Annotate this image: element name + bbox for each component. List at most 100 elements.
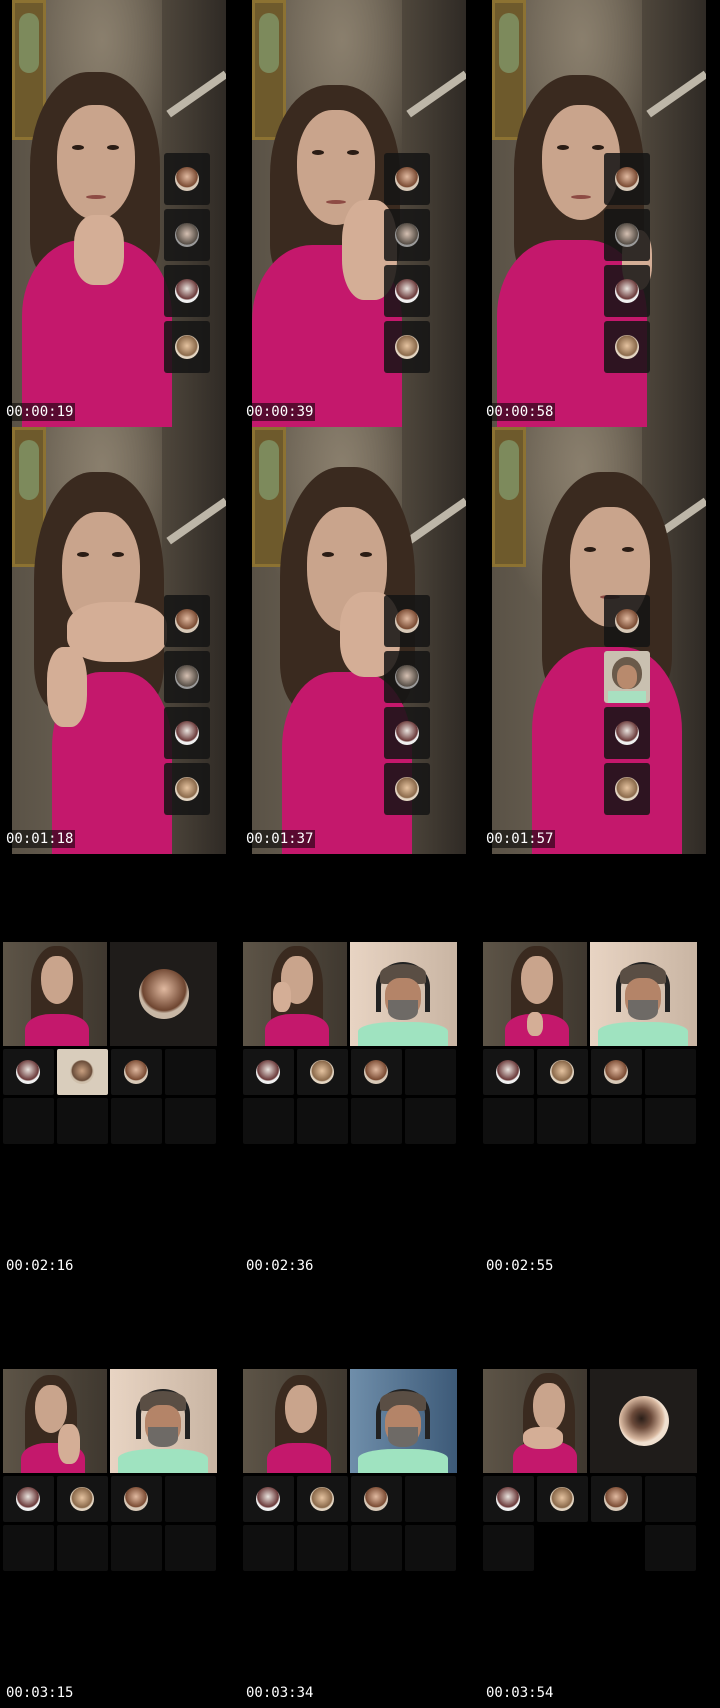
- participant-tile[interactable]: [483, 1049, 534, 1095]
- participant-tile[interactable]: [483, 1476, 534, 1522]
- participant-tile[interactable]: [604, 321, 650, 373]
- empty-tile: [57, 1525, 108, 1571]
- participant-strip: [384, 153, 430, 377]
- timestamp: 00:03:54: [486, 1685, 554, 1701]
- participant-avatar-icon: [615, 223, 639, 247]
- room-background: [252, 0, 466, 427]
- participant-avatar-icon: [615, 609, 639, 633]
- participant-avatar-icon: [16, 1487, 40, 1511]
- empty-tile: [165, 1098, 216, 1144]
- participant-tile[interactable]: [590, 942, 697, 1046]
- participant-avatar-icon: [395, 609, 419, 633]
- participant-strip: [164, 595, 210, 819]
- participant-avatar-icon: [175, 721, 199, 745]
- room-background: [492, 0, 706, 427]
- participant-tile[interactable]: [164, 153, 210, 205]
- participant-tile[interactable]: [57, 1476, 108, 1522]
- participant-tile[interactable]: [604, 265, 650, 317]
- video-frame-10: 00:03:15: [0, 1281, 240, 1708]
- empty-tile: [351, 1098, 402, 1144]
- participant-avatar-icon: [615, 335, 639, 359]
- participant-tile[interactable]: [110, 942, 217, 1046]
- participant-tile[interactable]: [351, 1049, 402, 1095]
- participant-tile[interactable]: [164, 209, 210, 261]
- empty-tile: [111, 1098, 162, 1144]
- participant-tile[interactable]: [297, 1476, 348, 1522]
- video-frame-4: 00:01:18: [0, 427, 240, 854]
- participant-tile[interactable]: [164, 595, 210, 647]
- empty-tile: [57, 1098, 108, 1144]
- participant-avatar-icon: [16, 1060, 40, 1084]
- participant-tile[interactable]: [604, 651, 650, 703]
- participant-tile[interactable]: [604, 209, 650, 261]
- main-participant-tile[interactable]: [483, 942, 587, 1046]
- participant-tile[interactable]: [384, 763, 430, 815]
- video-frame-7: 00:02:16: [0, 854, 240, 1281]
- participant-tile[interactable]: [164, 651, 210, 703]
- participant-tile[interactable]: [164, 763, 210, 815]
- participant-tile[interactable]: [164, 707, 210, 759]
- participant-strip: [164, 153, 210, 377]
- participant-avatar-icon: [256, 1487, 280, 1511]
- participant-tile[interactable]: [351, 1476, 402, 1522]
- participant-tile[interactable]: [384, 209, 430, 261]
- participant-tile[interactable]: [537, 1049, 588, 1095]
- participant-avatar-icon: [310, 1060, 334, 1084]
- participant-tile[interactable]: [350, 942, 457, 1046]
- participant-tile[interactable]: [3, 1049, 54, 1095]
- participant-avatar-icon: [395, 665, 419, 689]
- main-participant-tile[interactable]: [3, 1369, 107, 1473]
- participant-avatar-icon: [619, 1396, 669, 1446]
- participant-video: [70, 1060, 94, 1084]
- room-background: [252, 427, 466, 854]
- timestamp: 00:01:37: [244, 830, 316, 848]
- empty-tile: [591, 1098, 642, 1144]
- video-frame-6: 00:01:57: [480, 427, 720, 854]
- participant-tile[interactable]: [164, 321, 210, 373]
- participant-strip: [604, 595, 650, 819]
- participant-tile[interactable]: [110, 1369, 217, 1473]
- participant-tile[interactable]: [604, 595, 650, 647]
- participant-tile[interactable]: [243, 1049, 294, 1095]
- timestamp: 00:03:15: [6, 1685, 74, 1701]
- participant-tile[interactable]: [604, 153, 650, 205]
- participant-tile[interactable]: [384, 651, 430, 703]
- video-frame-9: 00:02:55: [480, 854, 720, 1281]
- participant-tile[interactable]: [384, 153, 430, 205]
- participant-tile[interactable]: [3, 1476, 54, 1522]
- participant-avatar-icon: [256, 1060, 280, 1084]
- main-participant-tile[interactable]: [3, 942, 107, 1046]
- empty-tile: [645, 1049, 696, 1095]
- wall-painting: [252, 427, 286, 567]
- room-background: [492, 427, 706, 854]
- participant-tile[interactable]: [384, 707, 430, 759]
- participant-avatar-icon: [615, 167, 639, 191]
- participant-tile[interactable]: [604, 763, 650, 815]
- participant-tile[interactable]: [384, 265, 430, 317]
- participant-avatar-icon: [175, 335, 199, 359]
- participant-tile[interactable]: [111, 1049, 162, 1095]
- participant-tile[interactable]: [57, 1049, 108, 1095]
- participant-tile[interactable]: [591, 1049, 642, 1095]
- participant-tile[interactable]: [590, 1369, 697, 1473]
- timestamp: 00:00:39: [244, 403, 316, 421]
- participant-tile[interactable]: [384, 321, 430, 373]
- participant-tile[interactable]: [384, 595, 430, 647]
- participant-tile[interactable]: [537, 1476, 588, 1522]
- main-participant-tile[interactable]: [243, 1369, 347, 1473]
- participant-avatar-icon: [310, 1487, 334, 1511]
- participant-tile[interactable]: [297, 1049, 348, 1095]
- participant-tile[interactable]: [350, 1369, 457, 1473]
- participant-avatar-icon: [395, 223, 419, 247]
- main-participant-tile[interactable]: [483, 1369, 587, 1473]
- participant-tile[interactable]: [164, 265, 210, 317]
- main-participant-tile[interactable]: [243, 942, 347, 1046]
- wall-painting: [492, 0, 526, 140]
- participant-tile[interactable]: [111, 1476, 162, 1522]
- participant-avatar-icon: [175, 609, 199, 633]
- participant-tile[interactable]: [591, 1476, 642, 1522]
- video-frame-3: 00:00:58: [480, 0, 720, 427]
- participant-avatar-icon: [550, 1060, 574, 1084]
- participant-tile[interactable]: [243, 1476, 294, 1522]
- participant-tile[interactable]: [604, 707, 650, 759]
